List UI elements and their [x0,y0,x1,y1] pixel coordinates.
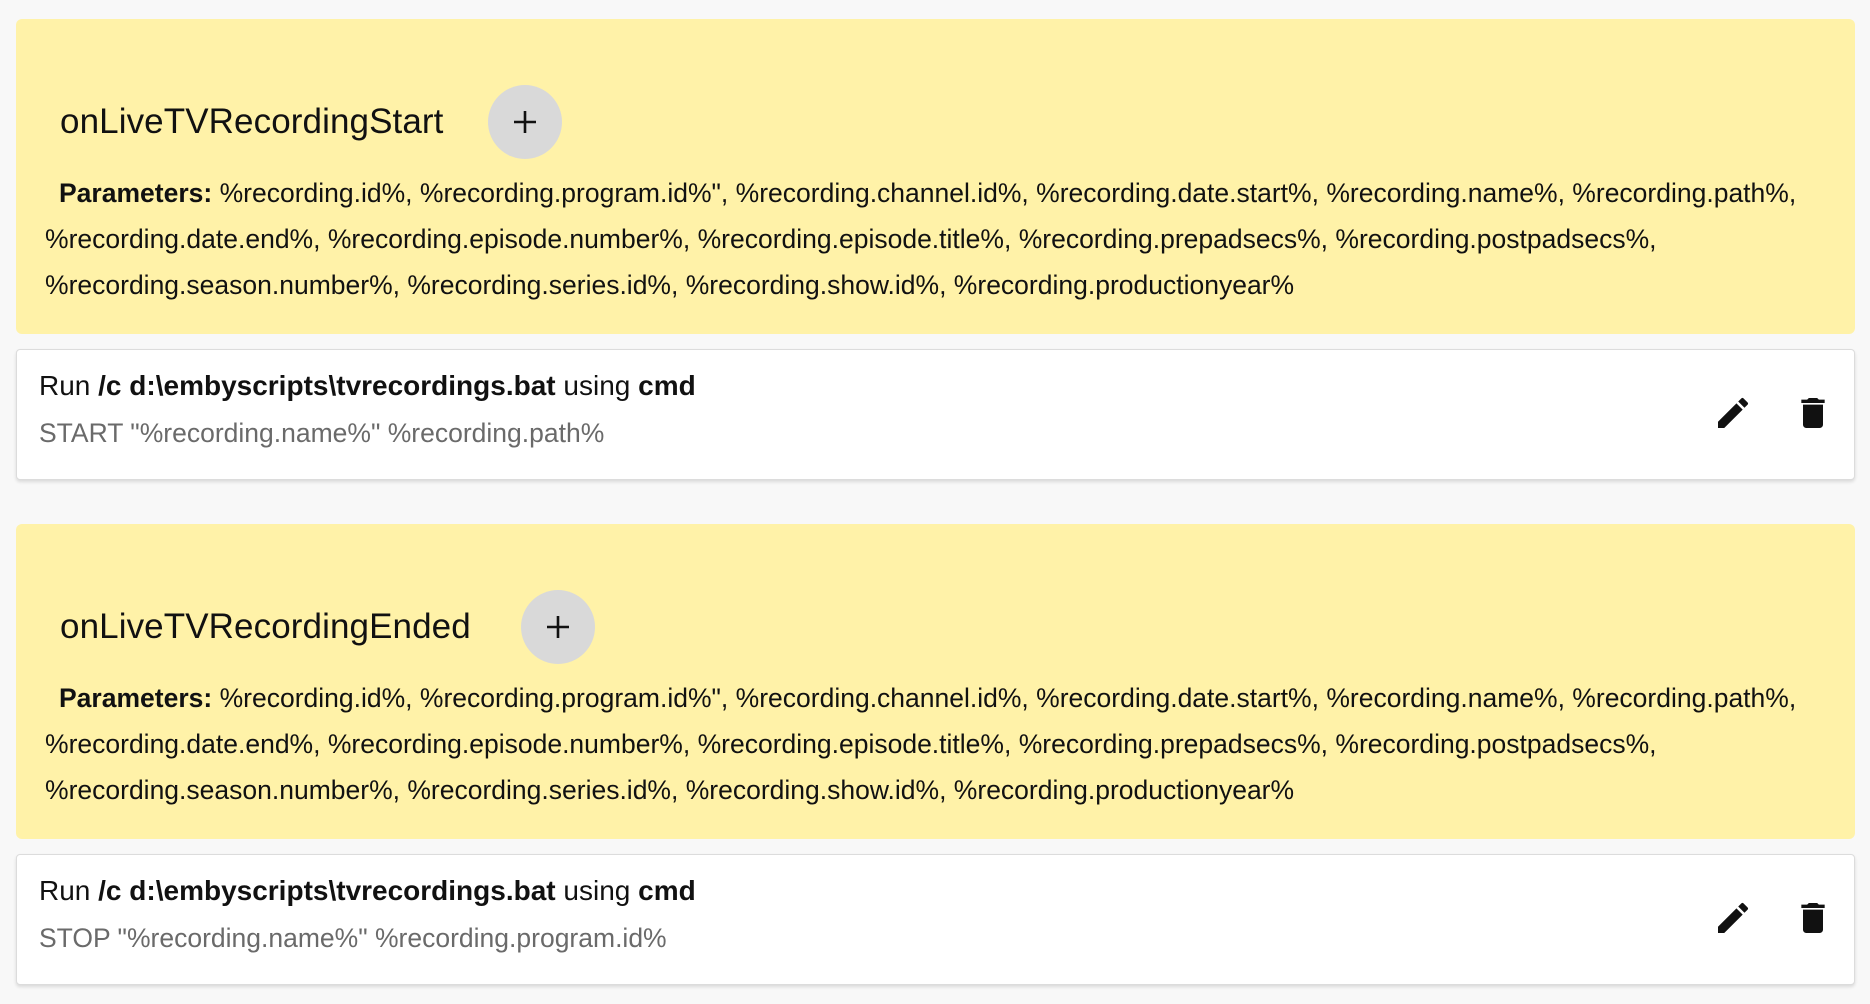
parameters-text: Parameters: %recording.id%, %recording.p… [45,170,1835,308]
program-text: cmd [638,875,696,906]
event-header-ended: onLiveTVRecordingEnded Parameters: %reco… [16,524,1855,839]
event-list: onLiveTVRecordingStart Parameters: %reco… [16,19,1855,985]
delete-button[interactable] [1789,895,1837,943]
parameters-list: %recording.id%, %recording.program.id%",… [45,683,1797,805]
command-text: /c d:\embyscripts\tvrecordings.bat [98,875,556,906]
trash-icon [1793,393,1833,436]
pencil-icon [1713,898,1753,941]
trash-icon [1793,898,1833,941]
plus-icon [512,109,538,135]
run-label: Run [39,875,91,906]
action-card-start: Run /c d:\embyscripts\tvrecordings.bat u… [16,349,1855,480]
event-title: onLiveTVRecordingEnded [60,607,471,646]
action-args: START "%recording.name%" %recording.path… [39,418,605,448]
parameters-label: Parameters: [59,683,213,713]
program-text: cmd [638,370,696,401]
plus-icon [545,614,571,640]
run-label: Run [39,370,91,401]
event-title-row: onLiveTVRecordingStart [60,85,562,159]
using-label: using [563,875,631,906]
edit-button[interactable] [1709,390,1757,438]
action-summary: Run /c d:\embyscripts\tvrecordings.bat u… [39,370,696,402]
event-title-row: onLiveTVRecordingEnded [60,590,595,664]
parameters-text: Parameters: %recording.id%, %recording.p… [45,675,1835,813]
action-args: STOP "%recording.name%" %recording.progr… [39,923,667,953]
command-text: /c d:\embyscripts\tvrecordings.bat [98,370,556,401]
action-summary: Run /c d:\embyscripts\tvrecordings.bat u… [39,875,696,907]
edit-button[interactable] [1709,895,1757,943]
parameters-list: %recording.id%, %recording.program.id%",… [45,178,1797,300]
parameters-label: Parameters: [59,178,213,208]
event-title: onLiveTVRecordingStart [60,102,444,141]
add-action-button[interactable] [520,590,595,664]
add-action-button[interactable] [487,85,562,159]
delete-button[interactable] [1789,390,1837,438]
pencil-icon [1713,393,1753,436]
event-header-start: onLiveTVRecordingStart Parameters: %reco… [16,19,1855,334]
using-label: using [563,370,631,401]
action-card-ended: Run /c d:\embyscripts\tvrecordings.bat u… [16,854,1855,985]
